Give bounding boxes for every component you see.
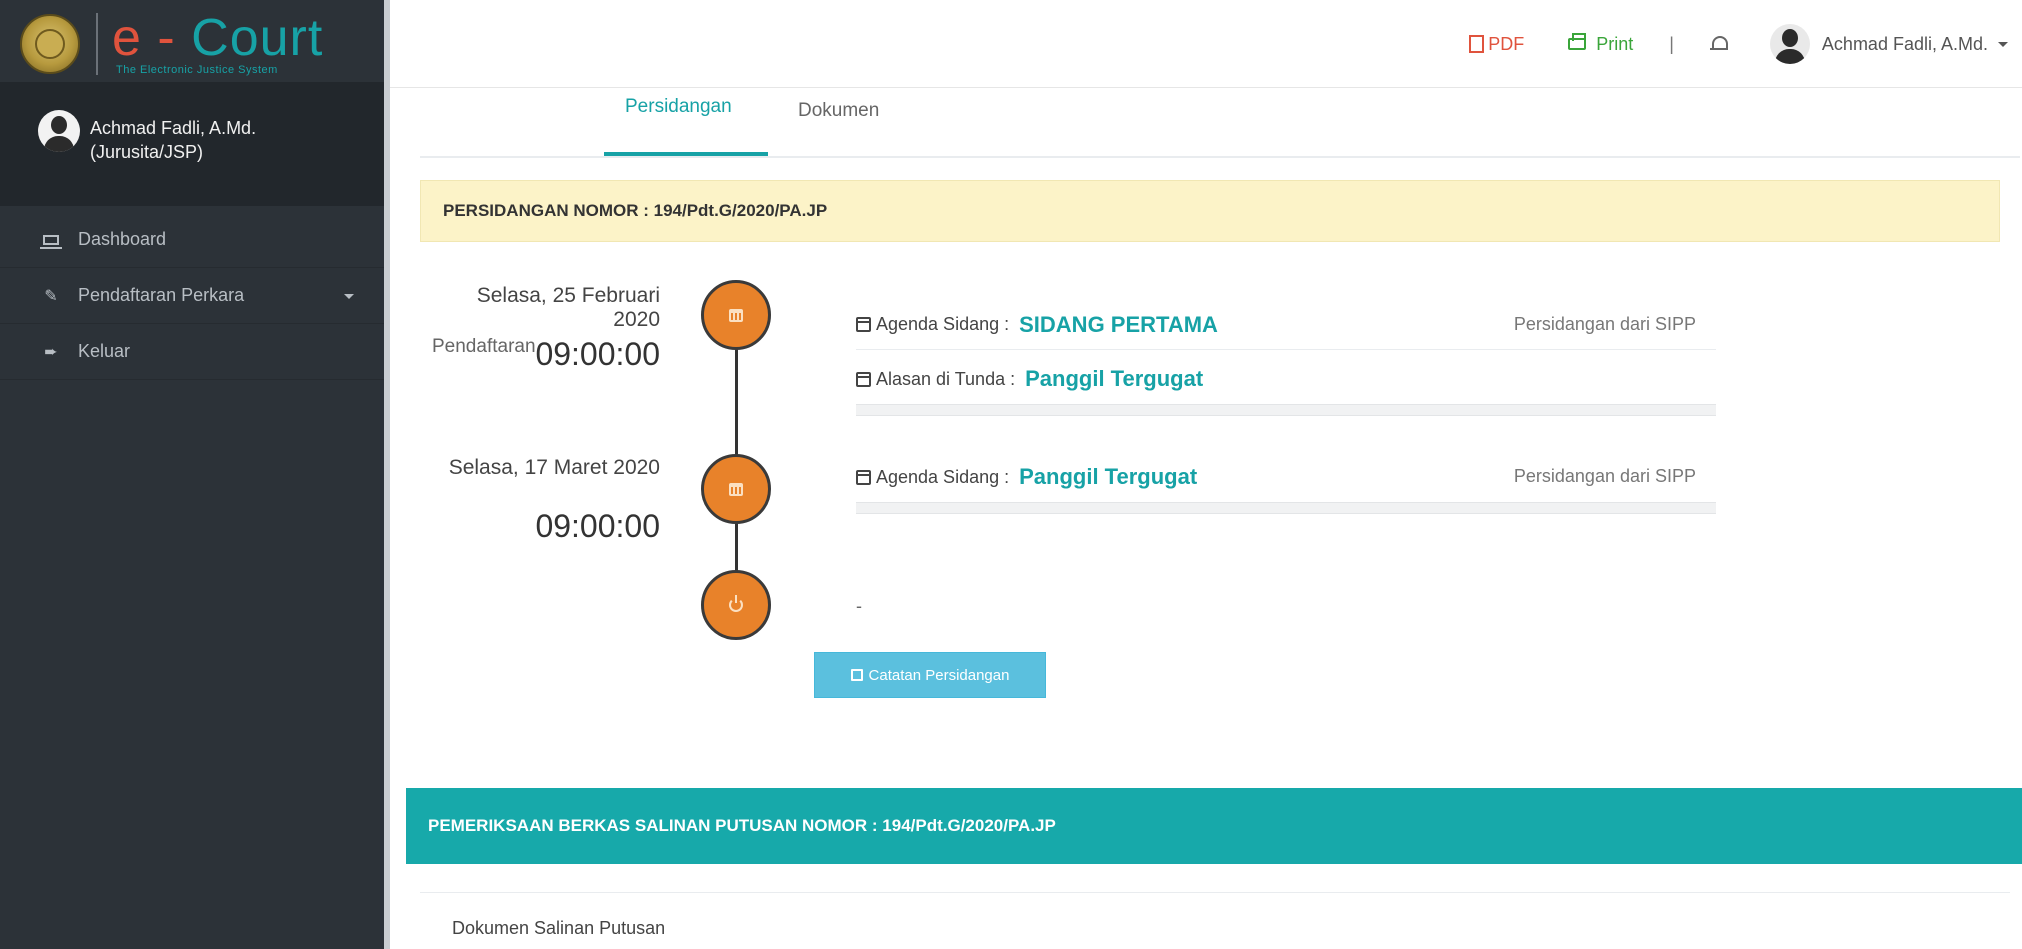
catatan-persidangan-button[interactable]: Catatan Persidangan [814, 652, 1046, 698]
active-tab-indicator [604, 152, 768, 156]
dokumen-salinan-label: Dokumen Salinan Putusan [452, 918, 666, 938]
session-date: Selasa, 17 Maret 2020 [448, 456, 660, 479]
row-separator [856, 404, 1716, 416]
sidebar-menu: Dashboard ✎ Pendaftaran Perkara ➨ Keluar [0, 212, 384, 380]
timeline-end-marker: - [856, 596, 862, 616]
session-time: 09:00:00 [535, 336, 660, 372]
chevron-down-icon[interactable] [1998, 41, 2008, 47]
topbar-separator: | [1669, 33, 1674, 54]
logo-divider [96, 13, 98, 75]
printer-icon [1568, 33, 1587, 50]
logo-dash: - [157, 9, 176, 67]
sidebar: e - Court The Electronic Justice System … [0, 0, 384, 949]
sidebar-profile: Achmad Fadli, A.Md. (Jurusita/JSP) [0, 82, 384, 206]
print-label: Print [1596, 33, 1634, 54]
sidebar-item-label: Keluar [78, 341, 131, 361]
tab-persidangan[interactable]: Persidangan [625, 96, 732, 118]
row-separator [856, 502, 1716, 514]
logo-e: e [112, 9, 142, 67]
persidangan-heading: PERSIDANGAN NOMOR : 194/Pdt.G/2020/PA.JP [420, 180, 2000, 242]
agenda-source: Persidangan dari SIPP [1513, 466, 1696, 486]
agenda-value: Panggil Tergugat [1019, 464, 1198, 489]
pemeriksaan-heading: PEMERIKSAAN BERKAS SALINAN PUTUSAN NOMOR… [406, 788, 2022, 864]
profile-role: (Jurusita/JSP) [90, 142, 204, 162]
user-menu[interactable]: Achmad Fadli, A.Md. [1822, 34, 1988, 55]
agenda-row: Agenda Sidang : Panggil Tergugat Persida… [856, 452, 1716, 502]
calendar-icon [856, 469, 871, 485]
main-content: Pendaftaran Persidangan Dokumen PERSIDAN… [390, 88, 2022, 949]
reason-label: Alasan di Tunda : [876, 368, 1016, 389]
session-time: 09:00:00 [535, 508, 660, 544]
logo-subtitle: The Electronic Justice System [116, 64, 278, 76]
user-avatar[interactable] [1769, 24, 1810, 64]
agenda-label: Agenda Sidang : [876, 314, 1010, 334]
logo-text: e - Court The Electronic Justice System [112, 12, 323, 76]
reason-row: Alasan di Tunda : Panggil Tergugat [856, 354, 1716, 404]
calendar-icon [701, 454, 771, 524]
sign-out-icon: ➨ [44, 343, 58, 361]
top-actions: PDF Print | Achmad Fadli, A.Md. [1469, 22, 2008, 66]
avatar [38, 110, 80, 152]
profile-name: Achmad Fadli, A.Md. [90, 118, 257, 138]
agenda-row: Agenda Sidang : SIDANG PERTAMA Persidang… [856, 300, 1716, 350]
sidebar-item-dashboard[interactable]: Dashboard [0, 212, 384, 268]
caret-down-icon [344, 294, 354, 299]
tab-dokumen[interactable]: Dokumen [798, 100, 879, 122]
sidebar-item-label: Dashboard [78, 229, 167, 249]
sidebar-item-label: Pendaftaran Perkara [78, 285, 245, 305]
sidebar-item-pendaftaran-perkara[interactable]: ✎ Pendaftaran Perkara [0, 268, 384, 324]
power-icon [701, 570, 771, 640]
catatan-button-label: Catatan Persidangan [868, 666, 1010, 684]
edit-icon [850, 669, 863, 681]
calendar-icon [856, 317, 871, 332]
agenda-label: Agenda Sidang : [876, 466, 1010, 487]
calendar-icon [856, 371, 871, 387]
top-navbar: PDF Print | Achmad Fadli, A.Md. [390, 0, 2022, 88]
sidebar-item-keluar[interactable]: ➨ Keluar [0, 324, 384, 380]
court-seal-icon [20, 14, 80, 74]
tabs: Pendaftaran Persidangan Dokumen [420, 88, 2020, 357]
agenda-value: SIDANG PERTAMA [1019, 311, 1218, 337]
edit-icon: ✎ [44, 287, 58, 305]
print-button[interactable]: Print [1568, 33, 1634, 55]
reason-value: Panggil Tergugat [1025, 366, 1204, 391]
logo-title: e - Court [112, 12, 323, 64]
calendar-icon [701, 280, 771, 350]
logo-court: Court [191, 9, 324, 67]
pdf-button[interactable]: PDF [1469, 34, 1524, 55]
bell-icon[interactable] [1709, 35, 1728, 53]
divider [420, 892, 2010, 893]
logo[interactable]: e - Court The Electronic Justice System [8, 6, 384, 82]
file-pdf-icon [1469, 35, 1485, 53]
agenda-source: Persidangan dari SIPP [1513, 314, 1696, 334]
session-date: Selasa, 25 Februari 2020 [476, 284, 660, 331]
laptop-icon [40, 234, 62, 249]
pdf-label: PDF [1488, 33, 1525, 54]
